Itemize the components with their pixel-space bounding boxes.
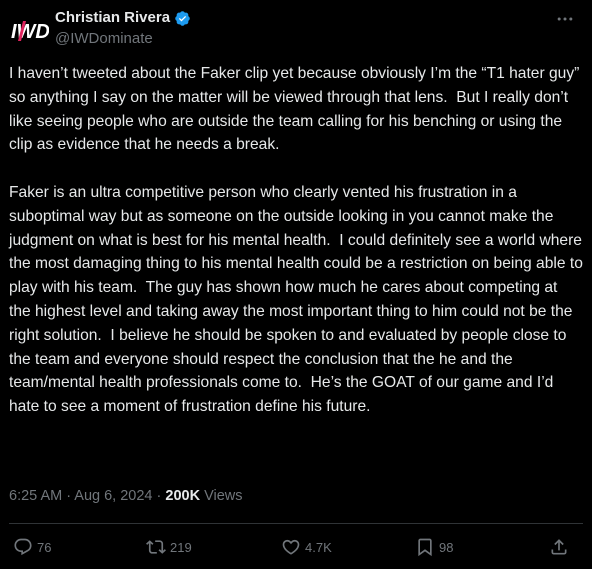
bookmark-count: 98 [439, 539, 454, 555]
action-bar: 76 219 4.7K 98 [0, 534, 592, 560]
display-name-row: Christian Rivera [55, 9, 191, 27]
reply-button[interactable]: 76 [13, 534, 51, 560]
views-count: 200K [165, 488, 201, 504]
more-options-button[interactable] [555, 9, 575, 29]
share-button[interactable] [549, 534, 569, 560]
tweet: IWD Christian Rivera @IWDominate I haven… [0, 0, 592, 569]
handle[interactable]: @IWDominate [55, 29, 191, 49]
bookmark-button[interactable]: 98 [415, 534, 453, 560]
tweet-header: IWD Christian Rivera @IWDominate [9, 9, 583, 51]
repost-count: 219 [170, 539, 192, 555]
like-button[interactable]: 4.7K [281, 534, 332, 560]
tweet-paragraph-2: Faker is an ultra competitive person who… [9, 183, 588, 416]
tweet-meta: 6:25 AM · Aug 6, 2024 · 200K Views [9, 486, 243, 506]
like-count: 4.7K [305, 539, 332, 555]
avatar-logo-text: IWD [11, 21, 49, 43]
tweet-text: I haven’t tweeted about the Faker clip y… [9, 62, 583, 419]
reply-count: 76 [37, 539, 52, 555]
reply-icon [14, 538, 32, 556]
verified-badge-icon [175, 10, 190, 26]
divider [9, 523, 583, 524]
more-horizontal-icon [557, 17, 573, 21]
heart-icon [282, 539, 300, 555]
views-label: Views [200, 488, 243, 504]
author-names: Christian Rivera @IWDominate [55, 9, 191, 49]
display-name[interactable]: Christian Rivera [55, 9, 170, 27]
bookmark-icon [418, 538, 432, 557]
iwd-logo-icon: IWD [11, 21, 49, 43]
repost-button[interactable]: 219 [146, 534, 192, 560]
avatar[interactable]: IWD [9, 11, 49, 51]
share-icon [551, 539, 567, 555]
repost-icon [146, 540, 166, 554]
timestamp[interactable]: 6:25 AM · Aug 6, 2024 · [9, 488, 165, 504]
tweet-paragraph-1: I haven’t tweeted about the Faker clip y… [9, 65, 584, 154]
